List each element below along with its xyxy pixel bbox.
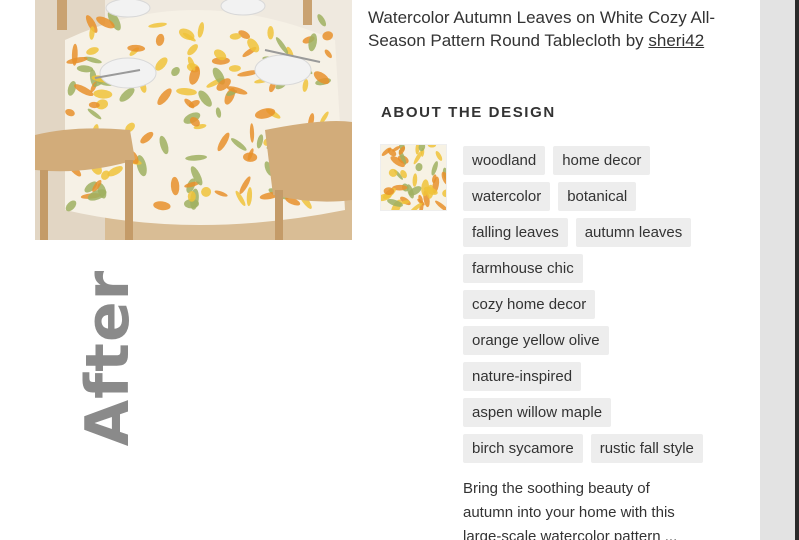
- tag-row: orange yellow olive: [463, 326, 753, 355]
- design-tags: woodland home decor watercolor botanical fal…: [463, 146, 753, 470]
- tag-row: cozy home decor: [463, 290, 753, 319]
- tag-row: aspen willow maple: [463, 398, 753, 427]
- tag-row: woodland home decor: [463, 146, 753, 175]
- tag-chip[interactable]: birch sycamore: [463, 434, 583, 463]
- tag-chip[interactable]: farmhouse chic: [463, 254, 583, 283]
- tag-chip[interactable]: botanical: [558, 182, 637, 211]
- right-edge: [795, 0, 799, 540]
- tag-chip[interactable]: autumn leaves: [575, 218, 692, 247]
- tag-row: farmhouse chic: [463, 254, 753, 283]
- tag-chip[interactable]: orange yellow olive: [463, 326, 609, 355]
- tag-row: watercolor botanical: [463, 182, 753, 211]
- design-description: Bring the soothing beauty of autumn into…: [463, 480, 678, 540]
- tag-row: birch sycamore rustic fall style: [463, 434, 753, 463]
- product-photo[interactable]: [35, 0, 352, 240]
- tablecloth-image: [35, 0, 352, 240]
- about-design-heading: ABOUT THE DESIGN: [381, 104, 556, 121]
- tag-chip[interactable]: woodland: [463, 146, 546, 175]
- swatch-pattern-image: [381, 145, 446, 210]
- tag-chip[interactable]: home decor: [553, 146, 651, 175]
- right-margin: [760, 0, 799, 540]
- tag-chip[interactable]: aspen willow maple: [463, 398, 612, 427]
- tag-chip[interactable]: falling leaves: [463, 218, 568, 247]
- tag-chip[interactable]: watercolor: [463, 182, 551, 211]
- tag-chip[interactable]: nature-inspired: [463, 362, 582, 391]
- tag-chip[interactable]: cozy home decor: [463, 290, 596, 319]
- design-swatch[interactable]: [380, 144, 447, 211]
- product-title: Watercolor Autumn Leaves on White Cozy A…: [368, 6, 728, 52]
- tag-row: falling leaves autumn leaves: [463, 218, 753, 247]
- author-link[interactable]: sheri42: [648, 31, 704, 50]
- tag-chip[interactable]: rustic fall style: [590, 434, 703, 463]
- tag-row: nature-inspired: [463, 362, 753, 391]
- after-watermark: After: [73, 269, 143, 447]
- page: After Watercolor Autumn Leaves on White …: [0, 0, 799, 540]
